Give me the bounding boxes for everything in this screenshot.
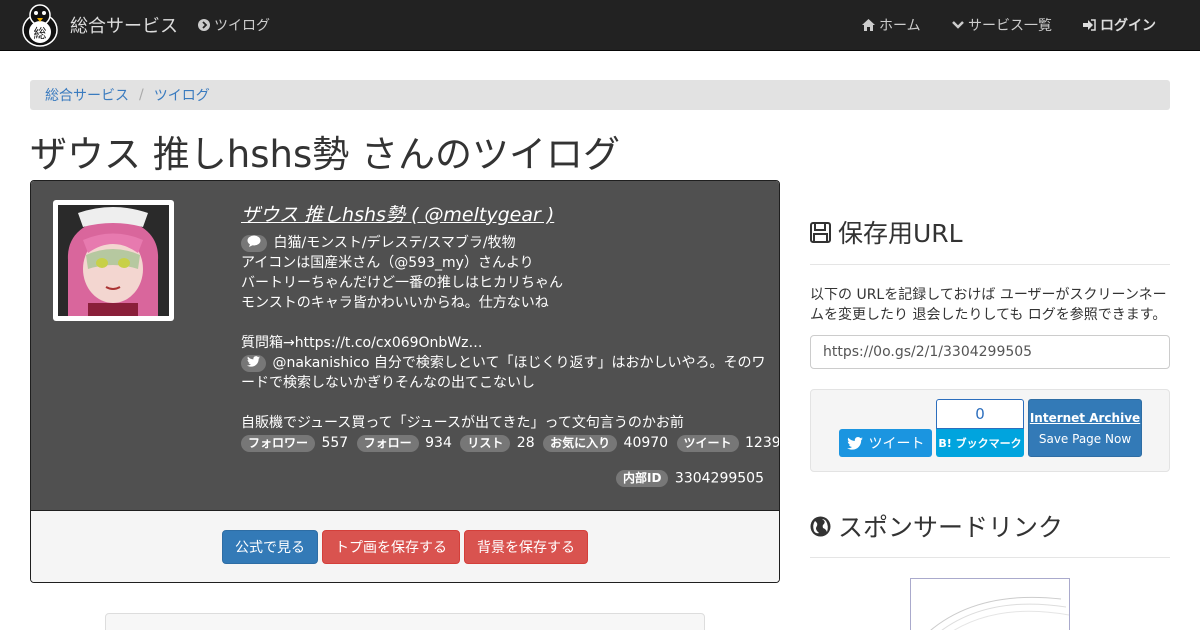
tweets-count: 12390 — [745, 435, 780, 451]
page-title: ザウス 推しhshs勢 さんのツイログ — [30, 133, 620, 176]
bio-line: 白猫/モンスト/デレステ/スマブラ/牧物 — [241, 233, 766, 253]
bio-line: アイコンは国産米さん（@593_my）さんより — [241, 255, 534, 271]
nav-home-label: ホーム — [879, 18, 921, 34]
save-url-heading: 保存用URL — [810, 214, 963, 250]
avatar-image — [58, 205, 169, 316]
latest-tweet-line: ードで検索しないかぎりそんなの出てこないし — [241, 375, 535, 391]
bio-spacer — [241, 313, 766, 333]
lists-badge: リスト — [460, 434, 511, 452]
internal-id-badge: 内部ID — [616, 470, 669, 487]
user-name-link[interactable]: ザウス 推しhshs勢 ( @meltygear ) — [241, 201, 766, 229]
share-buttons: ツイート 0 B! ブックマーク Internet Archive Save P… — [810, 389, 1170, 472]
brand-name: 総合サービス — [70, 16, 178, 37]
ia-title: Internet Archive — [1029, 411, 1141, 425]
bio-text: 白猫/モンスト/デレステ/スマブラ/牧物 — [273, 235, 516, 251]
following-count: 934 — [425, 435, 452, 451]
latest-tweet-line: 自販機でジュース買って「ジュースが出てきた」って文句言うのかお前 — [241, 415, 684, 431]
profile-info: ザウス 推しhshs勢 ( @meltygear ) 白猫/モンスト/デレステ/… — [241, 201, 779, 453]
internal-id: 内部ID 3304299505 — [616, 470, 764, 487]
chevron-down-icon — [952, 21, 964, 29]
profile-panel: ザウス 推しhshs勢 ( @meltygear ) 白猫/モンスト/デレステ/… — [30, 180, 780, 583]
avatar[interactable] — [53, 200, 174, 321]
tweet-text: @nakanishico 自分で検索しといて「ほじくり返す」はおかしいやろ。その… — [272, 355, 766, 371]
globe-icon — [810, 516, 831, 536]
divider — [810, 557, 1170, 558]
save-url-title: 保存用URL — [838, 219, 963, 248]
latest-tweet-line: @nakanishico 自分で検索しといて「ほじくり返す」はおかしいやろ。その… — [241, 353, 766, 373]
breadcrumb: 総合サービス / ツイログ — [30, 80, 1170, 110]
internal-id-value: 3304299505 — [674, 470, 764, 487]
save-icon-button[interactable]: トプ画を保存する — [322, 530, 460, 564]
divider — [810, 264, 1170, 265]
profile-header: ザウス 推しhshs勢 ( @meltygear ) 白猫/モンスト/デレステ/… — [31, 181, 779, 510]
nav-services-dropdown[interactable]: サービス一覧 — [952, 0, 1052, 50]
nav-services-label: サービス一覧 — [968, 18, 1052, 34]
lower-panel — [105, 613, 705, 630]
twitter-bird-icon — [241, 354, 266, 372]
comment-icon — [241, 234, 267, 252]
save-url-description: 以下の URLを記録しておけば ユーザーがスクリーンネームを変更したり 退会した… — [810, 287, 1167, 323]
bio-line: バートリーちゃんだけど一番の推しはヒカリちゃん — [241, 275, 563, 291]
brand-logo-text: 総 — [33, 27, 46, 42]
save-background-button[interactable]: 背景を保存する — [464, 530, 588, 564]
hatena-bookmark-count: 0 — [936, 399, 1024, 429]
sponsor-heading: スポンサードリンク — [810, 508, 1063, 544]
view-official-button[interactable]: 公式で見る — [222, 530, 318, 564]
penguin-logo-icon: 総 — [22, 4, 58, 47]
lists-count: 28 — [516, 435, 535, 451]
profile-stats: フォロワー 557 フォロー 934 リスト 28 お気に入り 40970 ツイ… — [241, 433, 779, 453]
bio-line: モンストのキャラ皆かわいいからね。仕方ないね — [241, 295, 549, 311]
chevron-circle-right-icon — [198, 19, 210, 31]
nav-login-link[interactable]: ログイン — [1083, 0, 1156, 50]
ad-graphic — [930, 596, 1069, 630]
ia-subtitle: Save Page Now — [1038, 432, 1132, 446]
tweet-spacer — [241, 393, 766, 413]
profile-actions: 公式で見る トプ画を保存する 背景を保存する — [31, 510, 779, 582]
brand-link[interactable]: 総 総合サービス — [20, 2, 178, 48]
followers-badge: フォロワー — [241, 434, 316, 452]
navbar: 総 総合サービス ツイログ ホーム サービス一覧 ログイン — [0, 0, 1200, 51]
nav-twilog-link[interactable]: ツイログ — [198, 0, 270, 50]
tweet-share-label: ツイート — [868, 436, 925, 452]
sponsored-ad[interactable] — [910, 578, 1070, 630]
breadcrumb-current-link[interactable]: ツイログ — [154, 85, 210, 105]
hatena-bookmark-button[interactable]: B! ブックマーク — [936, 429, 1024, 457]
followers-count: 557 — [321, 435, 349, 451]
following-badge: フォロー — [356, 434, 419, 452]
sponsor-title: スポンサードリンク — [838, 513, 1064, 542]
nav-home-link[interactable]: ホーム — [862, 0, 921, 50]
internet-archive-button[interactable]: Internet Archive Save Page Now — [1028, 399, 1142, 457]
sign-in-icon — [1083, 19, 1096, 31]
tweet-share-button[interactable]: ツイート — [839, 429, 932, 457]
tweets-badge: ツイート — [676, 434, 739, 452]
floppy-disk-icon — [810, 221, 831, 243]
twitter-bird-icon — [846, 436, 863, 450]
bio-line: 質問箱→https://t.co/cx069OnbWz… — [241, 335, 483, 351]
save-url-input[interactable]: https://0o.gs/2/1/3304299505 — [810, 335, 1170, 369]
favorites-count: 40970 — [623, 435, 669, 451]
nav-login-label: ログイン — [1100, 18, 1156, 34]
favorites-badge: お気に入り — [543, 434, 618, 452]
breadcrumb-root-link[interactable]: 総合サービス — [45, 85, 129, 105]
nav-twilog-label: ツイログ — [214, 18, 270, 34]
home-icon — [862, 19, 875, 31]
breadcrumb-separator: / — [139, 87, 144, 103]
